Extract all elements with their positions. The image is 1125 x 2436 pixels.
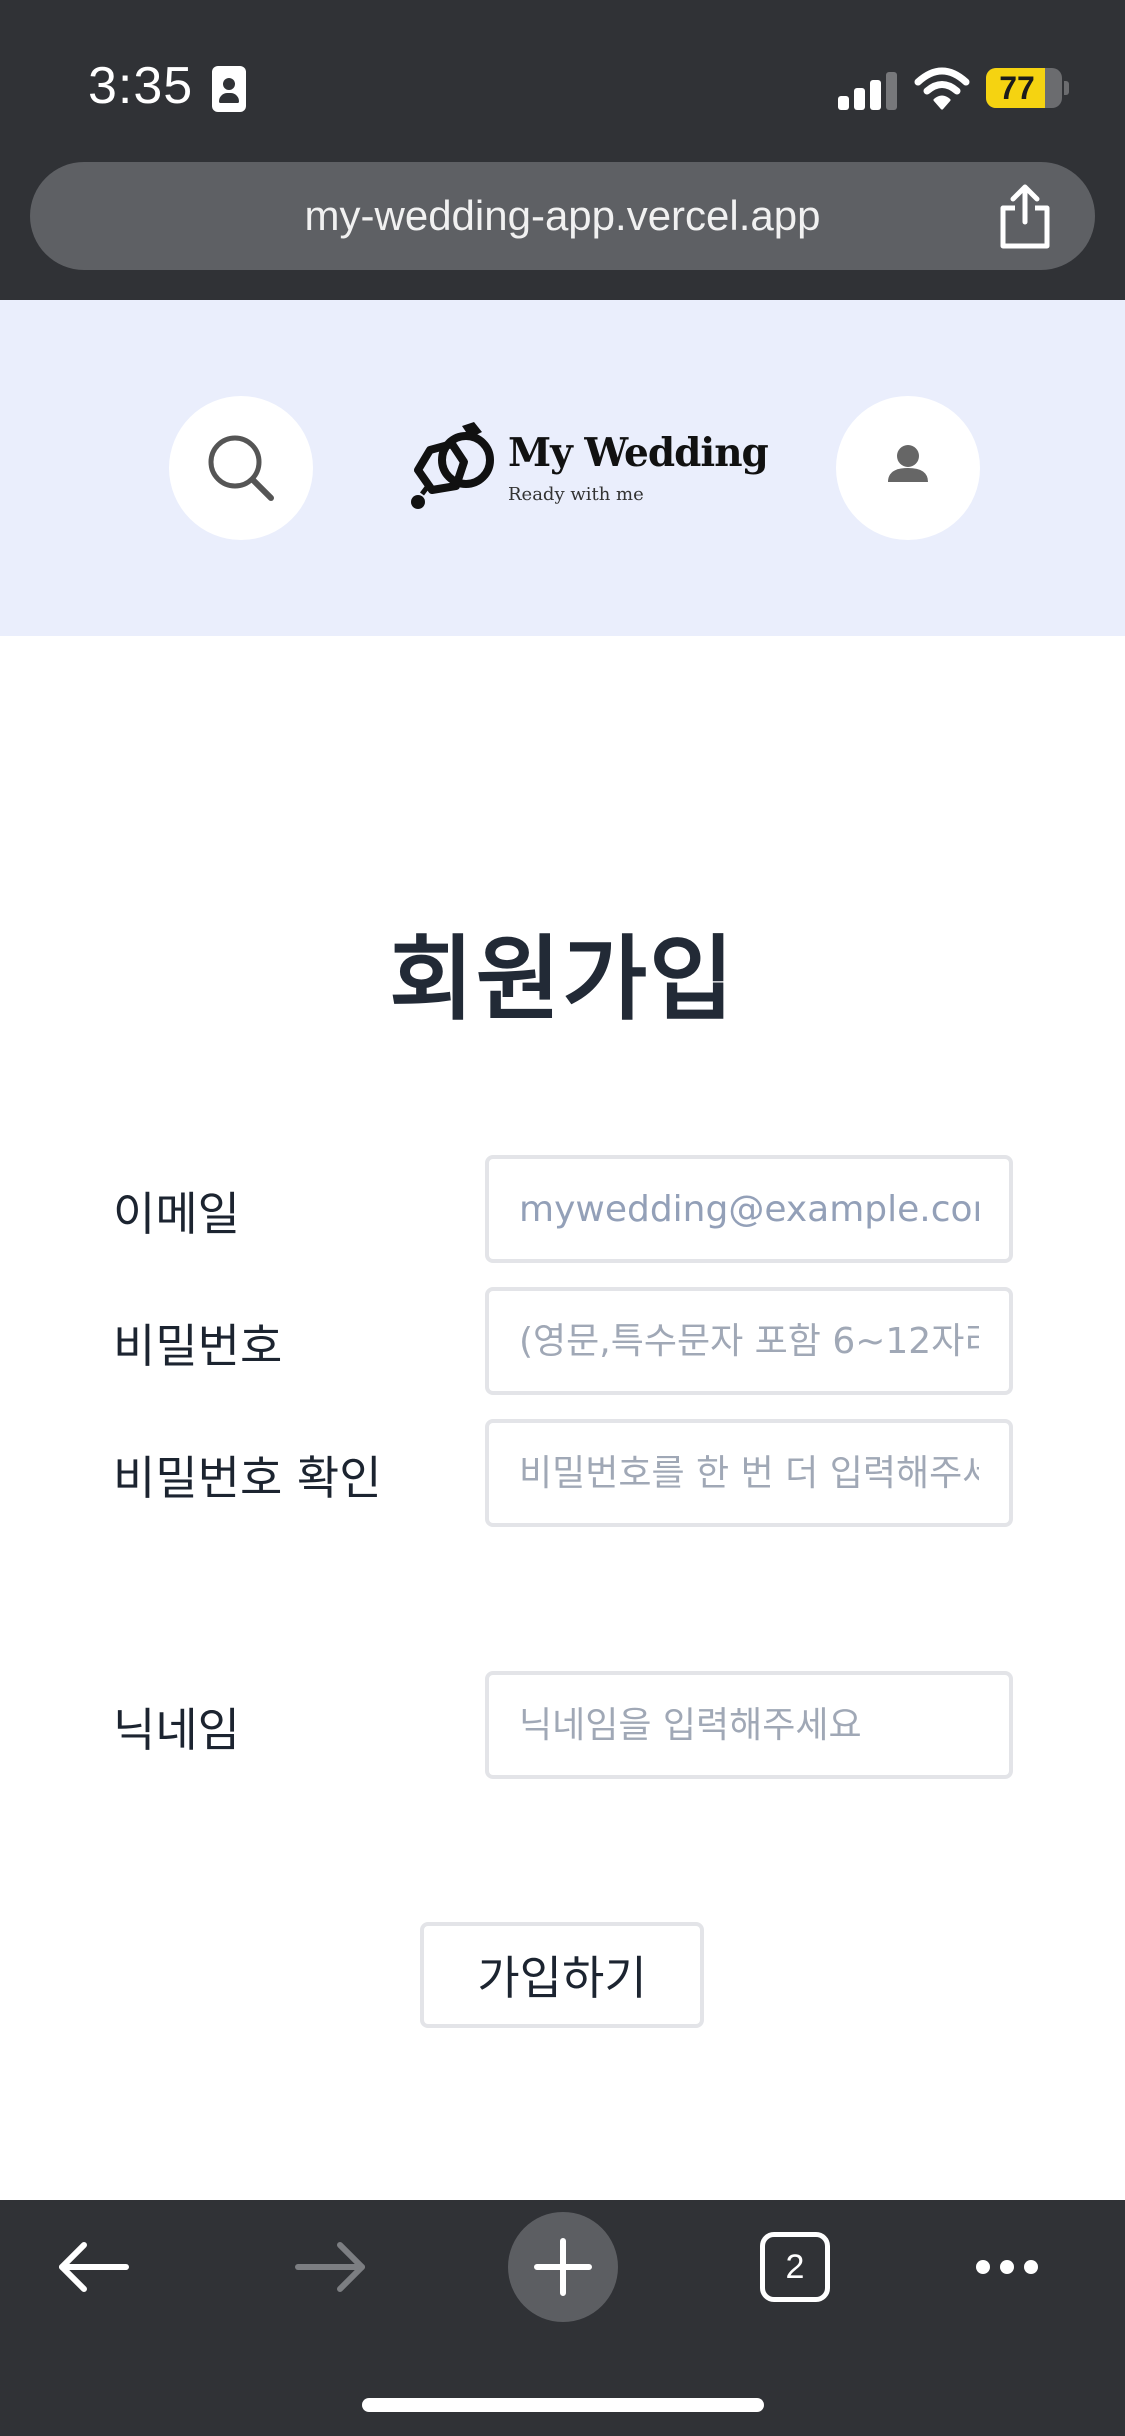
user-icon: [888, 445, 928, 482]
more-icon: [976, 2260, 1038, 2274]
nickname-label: 닉네임: [113, 1703, 240, 1757]
password-confirm-field[interactable]: [485, 1419, 1013, 1527]
back-arrow-icon: [59, 2242, 129, 2292]
tabs-button[interactable]: 2: [740, 2212, 850, 2322]
signal-icon: [838, 72, 898, 110]
page-title: 회원가입: [389, 926, 736, 1033]
address-bar-url: my-wedding-app.vercel.app: [304, 192, 821, 239]
plus-icon: [534, 2238, 592, 2296]
tabs-icon: 2: [760, 2232, 830, 2302]
browser-top-chrome: 3:35 77 my-wedding-app.vercel.app: [0, 0, 1125, 300]
search-icon: [208, 435, 274, 501]
forward-button[interactable]: [274, 2212, 384, 2322]
wifi-icon: [914, 67, 970, 110]
new-tab-button[interactable]: [508, 2212, 618, 2322]
back-button[interactable]: [40, 2212, 150, 2322]
forward-arrow-icon: [295, 2242, 365, 2292]
home-indicator[interactable]: [362, 2398, 764, 2412]
password-field[interactable]: [485, 1287, 1013, 1395]
more-button[interactable]: [952, 2212, 1062, 2322]
share-icon[interactable]: [995, 182, 1055, 250]
nickname-field[interactable]: [485, 1671, 1013, 1779]
rings-logo-icon: [411, 422, 494, 509]
battery-percent: 77: [999, 70, 1035, 106]
site-header: My Wedding Ready with me: [0, 300, 1125, 636]
user-button[interactable]: [836, 396, 980, 540]
signup-button[interactable]: 가입하기: [420, 1922, 704, 2028]
site-logo[interactable]: My Wedding Ready with me: [400, 410, 769, 520]
email-label: 이메일: [113, 1187, 240, 1241]
password-label: 비밀번호: [113, 1319, 283, 1373]
search-button[interactable]: [169, 396, 313, 540]
battery-icon: 77: [986, 68, 1069, 108]
address-bar[interactable]: my-wedding-app.vercel.app: [30, 162, 1095, 270]
status-time: 3:35: [88, 57, 194, 115]
email-field[interactable]: [485, 1155, 1013, 1263]
logo-subtitle: Ready with me: [508, 484, 644, 505]
logo-title: My Wedding: [508, 430, 769, 476]
password-confirm-label: 비밀번호 확인: [113, 1451, 382, 1505]
contact-card-icon: [212, 66, 246, 112]
